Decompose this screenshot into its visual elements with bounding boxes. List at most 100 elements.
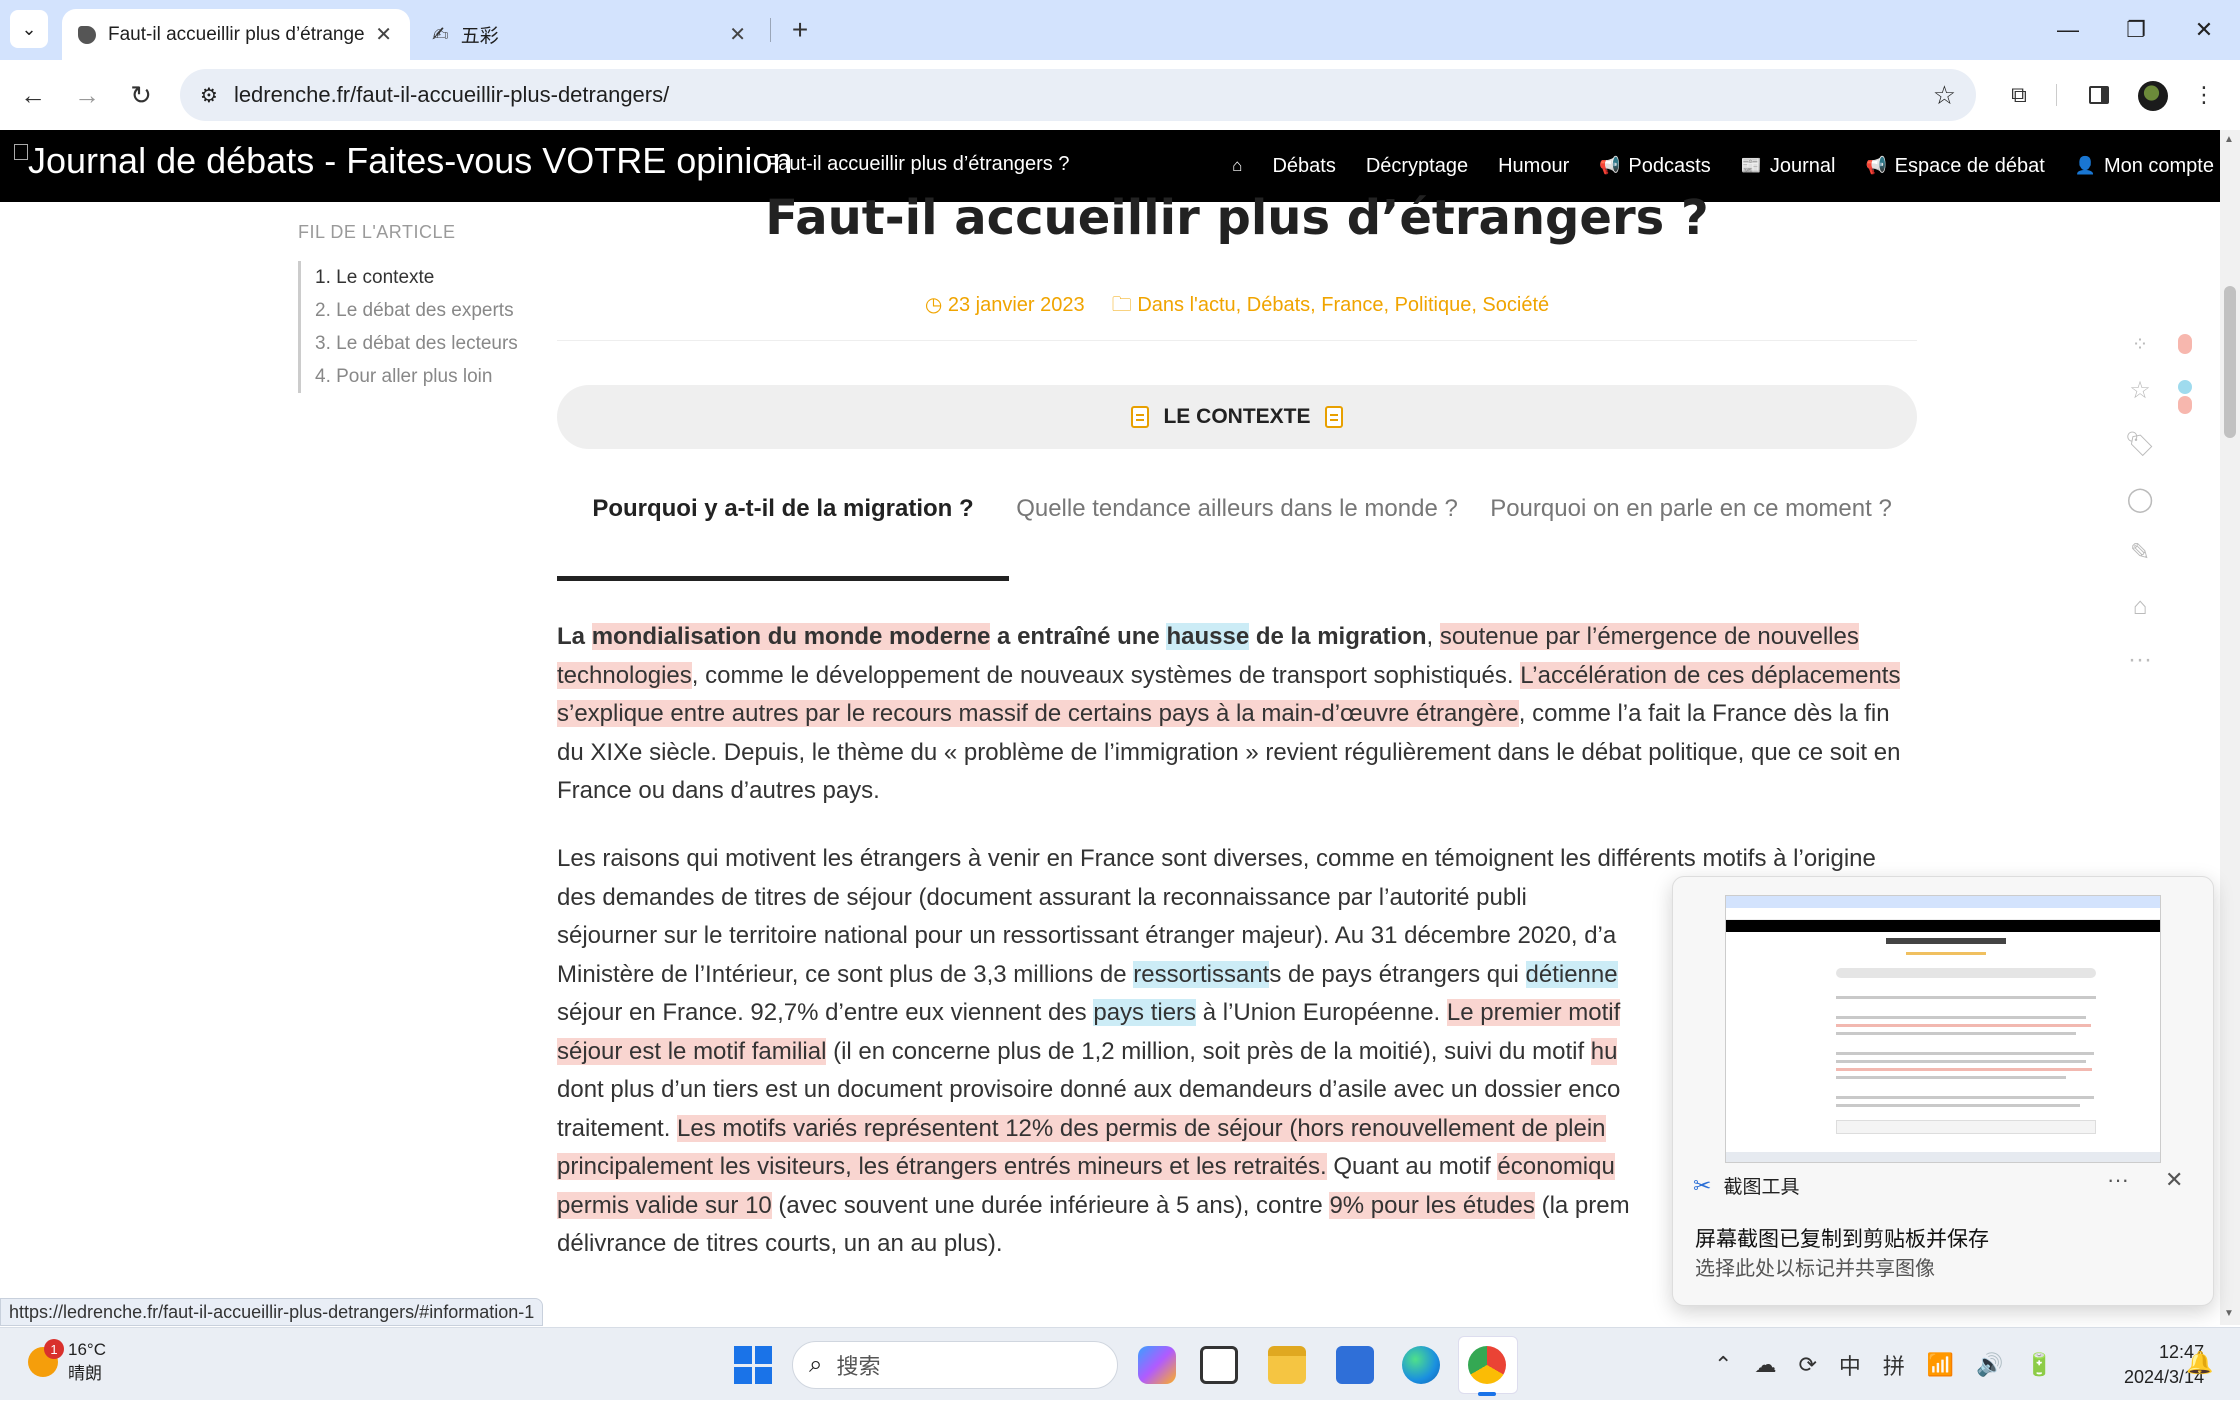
text-run: délivrance de titres courts, un an au pl… — [557, 1230, 1003, 1257]
browser-menu-button[interactable]: ⋮ — [2186, 72, 2222, 118]
tab-divider — [770, 18, 771, 42]
copilot-icon[interactable] — [1138, 1346, 1176, 1384]
article-date[interactable]: 23 janvier 2023 — [948, 294, 1085, 316]
site-settings-icon[interactable]: ⚙ — [200, 83, 218, 108]
meta-divider — [557, 340, 1917, 341]
back-button[interactable]: ← — [10, 72, 56, 118]
highlight-swatch-red[interactable] — [2178, 396, 2192, 414]
weather-widget[interactable]: 1 16°C 晴朗 — [28, 1338, 106, 1386]
tab-active[interactable]: Faut-il accueillir plus d’étrangers ? ✕ — [62, 9, 410, 60]
text-run: (la prem — [1534, 1191, 1630, 1219]
reload-icon: ↻ — [130, 79, 152, 110]
menu-podcasts[interactable]: 📢 Podcasts — [1599, 155, 1710, 178]
highlight-swatch-red[interactable] — [2178, 334, 2192, 354]
menu-mon-compte[interactable]: 👤 Mon compte — [2075, 155, 2214, 178]
highlight-red: hu — [1590, 1037, 1618, 1065]
more-dots-icon[interactable]: ··· — [2126, 646, 2154, 674]
maximize-button[interactable]: ❐ — [2102, 0, 2170, 60]
active-tab-underline — [557, 576, 1009, 581]
new-tab-button[interactable]: + — [780, 10, 820, 50]
tab-pourquoi-maintenant[interactable]: Pourquoi on en parle en ce moment ? — [1465, 492, 1917, 526]
tab-pourquoi-migration[interactable]: Pourquoi y a-t-il de la migration ? — [557, 492, 1009, 526]
wifi-icon[interactable]: 📶 — [1927, 1352, 1954, 1378]
ime-name[interactable]: 拼 — [1883, 1349, 1905, 1381]
reload-button[interactable]: ↻ — [118, 72, 164, 118]
volume-icon[interactable]: 🔊 — [1976, 1352, 2003, 1378]
highlight-red: Le premier motif — [1446, 999, 1621, 1026]
extensions-button[interactable]: ⧉ — [1996, 72, 2042, 118]
thumb-line — [1836, 1120, 2096, 1134]
section-label: LE CONTEXTE — [1163, 405, 1311, 428]
highlight-blue: hausse — [1166, 623, 1250, 650]
tab-search-button[interactable]: ⌄ — [10, 10, 48, 48]
snip-notification[interactable]: ✂ 截图工具 ··· ✕ 屏幕截图已复制到剪贴板并保存 选择此处以标记并共享图像 — [1672, 876, 2214, 1306]
menu-humour[interactable]: Humour — [1498, 155, 1569, 178]
highlight-swatch-blue[interactable] — [2178, 380, 2192, 394]
bookmark-star-icon[interactable]: ☆ — [1933, 80, 1956, 111]
side-panel-icon — [2089, 86, 2109, 104]
home-icon[interactable]: ⌂ — [2126, 593, 2154, 621]
battery-icon[interactable]: 🔋 — [2026, 1352, 2053, 1378]
tag-icon[interactable]: 🏷 — [2125, 430, 2155, 458]
page-scrollbar[interactable]: ▲ ▼ — [2220, 130, 2240, 1325]
tab-inactive[interactable]: ✍ 五彩 ✕ — [416, 9, 764, 60]
scroll-up-arrow[interactable]: ▲ — [2224, 134, 2234, 145]
comment-icon[interactable]: ◯ — [2126, 485, 2154, 513]
file-explorer-icon[interactable] — [1268, 1346, 1306, 1384]
thumb-tabstrip — [1726, 896, 2160, 908]
highlight-blue: détienne — [1525, 960, 1618, 988]
cloud-icon[interactable]: ☁ — [1754, 1352, 1776, 1378]
start-button[interactable] — [734, 1346, 772, 1384]
chevron-up-icon[interactable]: ⌃ — [1714, 1352, 1732, 1378]
taskbar-search[interactable]: ⌕ 搜索 — [792, 1341, 1118, 1389]
toc-item-contexte[interactable]: 1. Le contexte — [315, 261, 538, 294]
close-window-button[interactable]: ✕ — [2170, 0, 2238, 60]
highlight-blue: pays tiers — [1093, 999, 1197, 1026]
close-tab-icon[interactable]: ✕ — [375, 22, 392, 47]
menu-home[interactable]: ⌂ — [1232, 156, 1242, 176]
forward-button[interactable]: → — [64, 72, 110, 118]
screenshot-thumbnail[interactable] — [1725, 895, 2161, 1163]
thumb-line — [1836, 1096, 2094, 1099]
menu-decryptage[interactable]: Décryptage — [1366, 155, 1468, 178]
browser-tab-strip: ⌄ Faut-il accueillir plus d’étrangers ? … — [0, 0, 2240, 60]
megaphone-icon: 📢 — [1865, 156, 1887, 175]
text-run: à l’Union Européenne. — [1196, 999, 1447, 1026]
scroll-thumb[interactable] — [2224, 286, 2236, 438]
minimize-button[interactable]: — — [2034, 0, 2102, 60]
bell-icon[interactable]: 🔔 — [2186, 1350, 2213, 1376]
close-tab-icon[interactable]: ✕ — [729, 22, 746, 47]
toc-item-lecteurs[interactable]: 3. Le débat des lecteurs — [315, 327, 538, 360]
grid-dots-icon[interactable]: ⁘ — [2126, 330, 2154, 358]
sync-icon[interactable]: ⟳ — [1798, 1352, 1816, 1378]
menu-espace-debat[interactable]: 📢 Espace de débat — [1865, 155, 2044, 178]
text-run: (avec souvent une durée inférieure à 5 a… — [771, 1191, 1330, 1219]
snip-app-header: ✂ 截图工具 — [1693, 1172, 1799, 1199]
snip-more-button[interactable]: ··· — [2107, 1167, 2129, 1193]
snip-message: 屏幕截图已复制到剪贴板并保存 — [1695, 1228, 1989, 1251]
star-icon[interactable]: ☆ — [2126, 376, 2154, 404]
side-panel-button[interactable] — [2076, 72, 2122, 118]
menu-journal[interactable]: 📰 Journal — [1741, 155, 1836, 178]
profile-avatar[interactable] — [2138, 81, 2168, 111]
article-categories[interactable]: Dans l'actu, Débats, France, Politique, … — [1137, 294, 1549, 316]
toc-item-plus-loin[interactable]: 4. Pour aller plus loin — [315, 360, 538, 393]
pencil-icon[interactable]: ✎ — [2126, 538, 2154, 566]
address-bar[interactable]: ⚙ ledrenche.fr/faut-il-accueillir-plus-d… — [180, 69, 1976, 121]
site-logo[interactable]: Journal de débats - Faites-vous VOTRE op… — [14, 140, 792, 182]
puzzle-icon: ⧉ — [2011, 82, 2027, 107]
task-view-icon[interactable] — [1200, 1346, 1238, 1384]
notification-badge: 1 — [44, 1339, 64, 1359]
edge-icon[interactable] — [1402, 1346, 1440, 1384]
highlight-red: économiqu — [1497, 1153, 1615, 1180]
tab-tendance-monde[interactable]: Quelle tendance ailleurs dans le monde ? — [1011, 492, 1463, 526]
menu-debats[interactable]: Débats — [1272, 155, 1335, 178]
windows-logo-icon — [734, 1346, 752, 1364]
snip-close-button[interactable]: ✕ — [2165, 1167, 2183, 1193]
store-icon[interactable] — [1336, 1346, 1374, 1384]
chrome-icon[interactable] — [1468, 1346, 1506, 1384]
scroll-down-arrow[interactable]: ▼ — [2224, 1308, 2234, 1319]
ime-mode[interactable]: 中 — [1839, 1349, 1861, 1381]
menu-label: Débats — [1272, 154, 1336, 177]
toc-item-experts[interactable]: 2. Le débat des experts — [315, 294, 538, 327]
